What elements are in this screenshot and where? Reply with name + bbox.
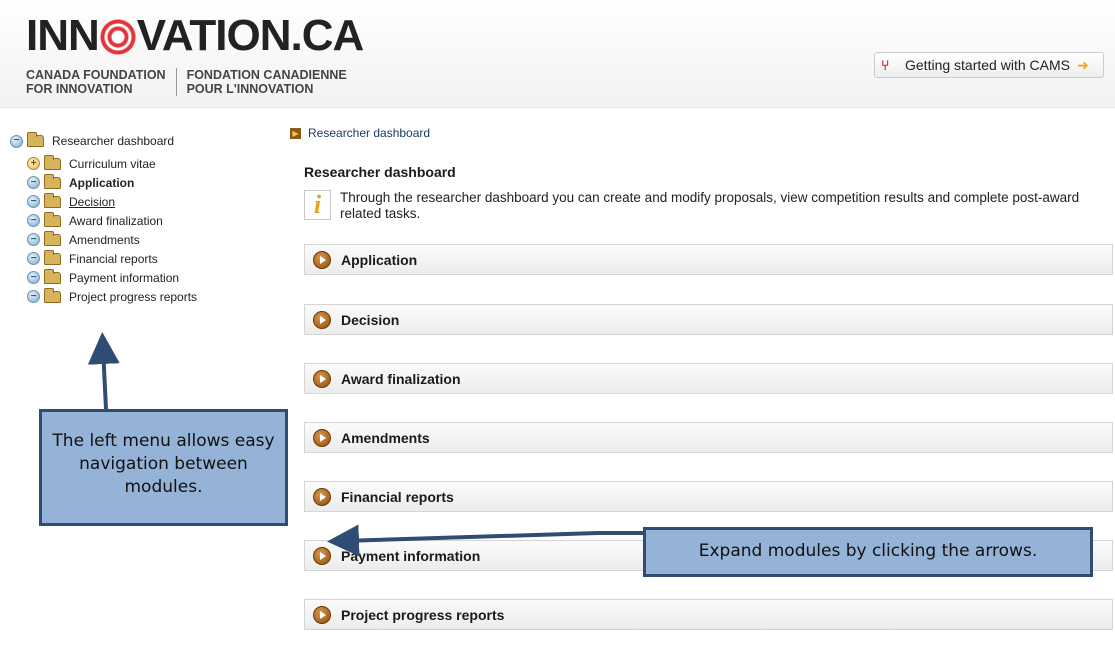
module-label: Award finalization xyxy=(341,370,461,387)
arrow-to-left-menu xyxy=(87,332,120,410)
arrow-right-icon: ➜ xyxy=(1076,56,1089,73)
sidebar-item-curriculum-vitae[interactable]: + Curriculum vitae xyxy=(27,154,270,173)
collapse-icon[interactable]: − xyxy=(27,252,40,265)
sidebar-item-label: Project progress reports xyxy=(69,289,198,304)
folder-open-icon xyxy=(44,287,61,303)
expand-arrow-icon[interactable] xyxy=(313,487,331,506)
info-icon: i xyxy=(304,190,331,220)
sidebar-item-decision[interactable]: − Decision xyxy=(27,192,270,211)
folder-open-icon xyxy=(44,192,61,208)
logo-suffix: VATION.CA xyxy=(136,11,364,60)
tree-root[interactable]: − Researcher dashboard xyxy=(10,128,270,154)
info-text: Through the researcher dashboard you can… xyxy=(340,190,1080,221)
tree-root-label: Researcher dashboard xyxy=(52,134,175,148)
sidebar-item-financial-reports[interactable]: − Financial reports xyxy=(27,249,270,268)
collapse-icon[interactable]: − xyxy=(27,271,40,284)
sidebar-item-label: Application xyxy=(69,175,135,190)
logo-french: FONDATION CANADIENNE POUR L'INNOVATION xyxy=(175,68,347,96)
breadcrumb-arrow-icon: ▶ xyxy=(290,127,301,139)
logo-wordmark: INN VATION.CA xyxy=(26,11,364,60)
logo-en-line1: CANADA FOUNDATION xyxy=(26,68,166,82)
folder-open-icon xyxy=(44,211,61,227)
pdf-icon: ⑂ xyxy=(881,57,890,73)
logo-fr-line1: FONDATION CANADIENNE xyxy=(186,68,347,82)
module-decision[interactable]: Decision xyxy=(304,304,1113,335)
collapse-icon[interactable]: − xyxy=(10,134,23,148)
collapse-icon[interactable]: − xyxy=(27,290,40,303)
logo[interactable]: INN VATION.CA CANADA FOUNDATION FOR INNOV… xyxy=(26,11,364,96)
getting-started-label: Getting started with CAMS xyxy=(905,57,1070,73)
module-label: Decision xyxy=(341,311,400,328)
logo-o-icon xyxy=(99,19,136,55)
sidebar-item-label: Award finalization xyxy=(69,213,163,228)
collapse-icon[interactable]: − xyxy=(27,176,40,189)
expand-icon[interactable]: + xyxy=(27,157,40,170)
collapse-icon[interactable]: − xyxy=(27,233,40,246)
logo-english: CANADA FOUNDATION FOR INNOVATION xyxy=(26,68,166,96)
callout-left-text: The left menu allows easy navigation bet… xyxy=(52,431,275,497)
folder-open-icon xyxy=(44,230,61,246)
page-title: Researcher dashboard xyxy=(304,164,456,180)
logo-prefix: INN xyxy=(26,11,100,60)
expand-arrow-icon[interactable] xyxy=(313,369,331,388)
expand-arrow-icon[interactable] xyxy=(313,428,331,447)
module-label: Project progress reports xyxy=(341,606,505,623)
sidebar-item-label: Payment information xyxy=(69,270,180,285)
module-label: Amendments xyxy=(341,429,430,446)
sidebar-item-label: Decision xyxy=(69,194,116,209)
sidebar-item-label: Amendments xyxy=(69,232,140,247)
expand-arrow-icon[interactable] xyxy=(313,250,331,269)
expand-arrow-icon[interactable] xyxy=(313,310,331,329)
module-label: Application xyxy=(341,251,418,268)
expand-arrow-icon[interactable] xyxy=(313,605,331,624)
info-box: i Through the researcher dashboard you c… xyxy=(304,190,1104,222)
collapse-icon[interactable]: − xyxy=(27,214,40,227)
expand-arrow-icon[interactable] xyxy=(313,546,331,565)
breadcrumb-link[interactable]: Researcher dashboard xyxy=(308,126,430,140)
folder-open-icon xyxy=(44,249,61,265)
logo-en-line2: FOR INNOVATION xyxy=(26,82,133,96)
folder-icon xyxy=(44,154,61,170)
getting-started-button[interactable]: ⑂ Getting started with CAMS ➜ xyxy=(874,52,1104,78)
sidebar-item-amendments[interactable]: − Amendments xyxy=(27,230,270,249)
collapse-icon[interactable]: − xyxy=(27,195,40,208)
site-header: INN VATION.CA CANADA FOUNDATION FOR INNOV… xyxy=(0,0,1115,108)
sidebar-item-label: Curriculum vitae xyxy=(69,156,156,171)
callout-expand-modules: Expand modules by clicking the arrows. xyxy=(643,527,1093,577)
sidebar-item-label: Financial reports xyxy=(69,251,158,266)
module-label: Financial reports xyxy=(341,488,454,505)
folder-open-icon xyxy=(27,132,44,147)
folder-open-icon xyxy=(44,173,61,189)
folder-open-icon xyxy=(44,268,61,284)
callout-right-text: Expand modules by clicking the arrows. xyxy=(698,541,1038,561)
sidebar-item-project-progress-reports[interactable]: − Project progress reports xyxy=(27,287,270,306)
module-application[interactable]: Application xyxy=(304,244,1113,275)
sidebar-item-application[interactable]: − Application xyxy=(27,173,270,192)
logo-subtitle: CANADA FOUNDATION FOR INNOVATION FONDATI… xyxy=(26,68,363,96)
logo-fr-line2: POUR L'INNOVATION xyxy=(186,82,314,96)
module-financial-reports[interactable]: Financial reports xyxy=(304,481,1113,512)
sidebar-item-payment-information[interactable]: − Payment information xyxy=(27,268,270,287)
callout-left-menu: The left menu allows easy navigation bet… xyxy=(39,409,288,526)
breadcrumb: ▶ Researcher dashboard xyxy=(290,126,430,140)
sidebar-item-award-finalization[interactable]: − Award finalization xyxy=(27,211,270,230)
module-award-finalization[interactable]: Award finalization xyxy=(304,363,1113,394)
module-project-progress-reports[interactable]: Project progress reports xyxy=(304,599,1113,630)
module-label: Payment information xyxy=(341,547,481,564)
left-menu: − Researcher dashboard + Curriculum vita… xyxy=(10,128,270,306)
module-amendments[interactable]: Amendments xyxy=(304,422,1113,453)
